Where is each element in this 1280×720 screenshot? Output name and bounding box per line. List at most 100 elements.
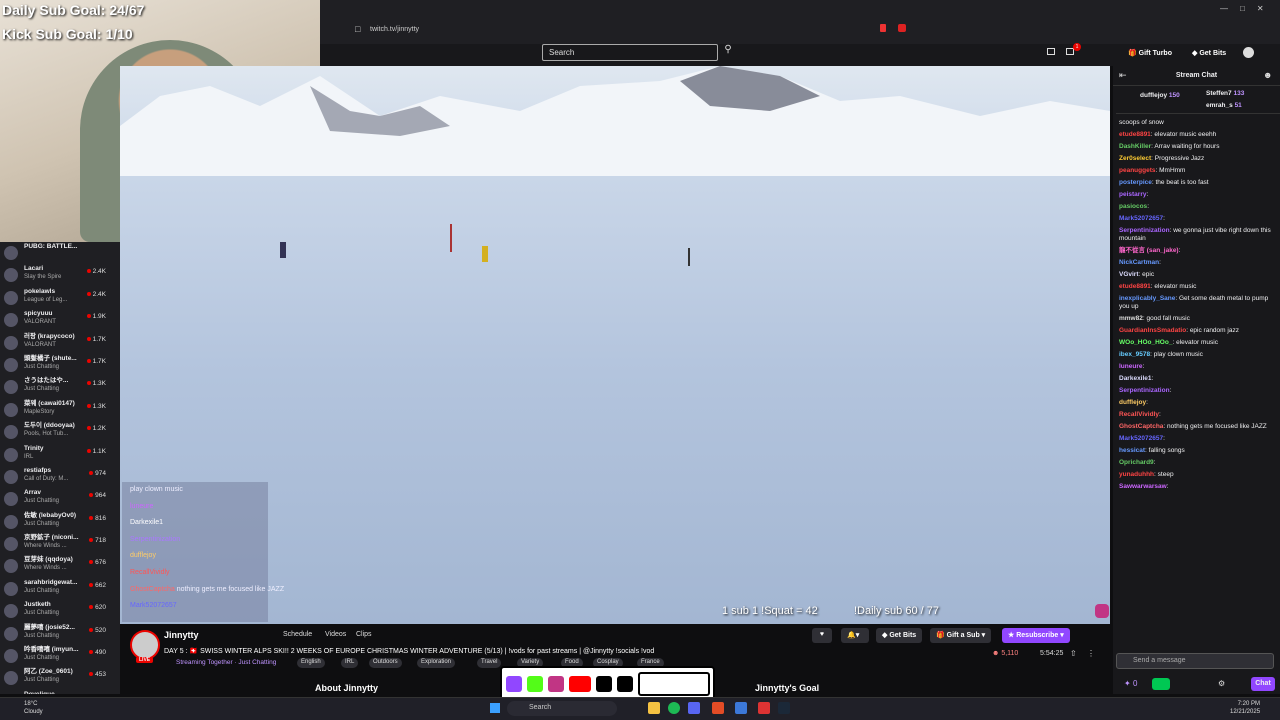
sidebar-channel[interactable]: 豆芽妹 (qqdoya) Where Winds ... 676: [0, 555, 120, 577]
chat-username[interactable]: mmw82: [1119, 315, 1143, 322]
steam-icon[interactable]: [778, 702, 790, 714]
chat-username[interactable]: dufflejoy: [1119, 399, 1146, 406]
users-icon[interactable]: ☻: [1263, 70, 1272, 80]
chat-username[interactable]: 龍不從言 (san_jake): [1119, 247, 1179, 254]
chat-username[interactable]: GuardianInsSmadatio: [1119, 327, 1186, 334]
discord-icon[interactable]: [688, 702, 700, 714]
taskbar-search[interactable]: Search: [507, 701, 617, 716]
chat-username[interactable]: Darkexile1: [1119, 375, 1152, 382]
app-icon[interactable]: [735, 702, 747, 714]
address-bar[interactable]: twitch.tv/jinnytty: [370, 22, 419, 38]
chat-username[interactable]: Serpentinization: [1119, 387, 1170, 394]
chat-send-button[interactable]: Chat: [1251, 677, 1275, 691]
settings-icon[interactable]: ⚙: [1218, 679, 1225, 688]
search-input[interactable]: Search: [542, 44, 718, 61]
gift-sub-button[interactable]: 🎁 Gift a Sub ▾: [930, 628, 992, 643]
channel-avatar[interactable]: [130, 630, 160, 660]
bookmark-icon[interactable]: □: [355, 24, 360, 34]
app-icon[interactable]: [758, 702, 770, 714]
sidebar-channel[interactable]: sarahbridgewat... Just Chatting 662: [0, 578, 120, 600]
sidebar-channel[interactable]: 麗夢嘻 (josie52... Just Chatting 520: [0, 623, 120, 645]
tab-schedule[interactable]: Schedule: [283, 631, 312, 638]
chat-username[interactable]: posterpice: [1119, 179, 1152, 186]
sidebar-channel[interactable]: Lacari Slay the Spire 2.4K: [0, 264, 120, 286]
stream-category[interactable]: Streaming Together · Just Chatting: [176, 659, 276, 666]
brave-icon[interactable]: [712, 702, 724, 714]
chat-username[interactable]: WOo_HOo_HOo_: [1119, 339, 1172, 346]
sidebar-channel[interactable]: 阿乙 (Zoe_0601) Just Chatting 453: [0, 667, 120, 689]
sidebar-channel[interactable]: Trinity IRL 1.1K: [0, 444, 120, 466]
chat-username[interactable]: yunaduhhh: [1119, 471, 1154, 478]
notification-bell-icon[interactable]: 🔔▾: [841, 628, 869, 643]
chat-username[interactable]: peistarry: [1119, 191, 1146, 198]
chat-input[interactable]: Send a message: [1116, 653, 1274, 669]
sidebar-channel[interactable]: 러팡 (krapycoco) VALORANT 1.7K: [0, 332, 120, 354]
gift-turbo-button[interactable]: 🎁 Gift Turbo: [1128, 49, 1172, 57]
resubscribe-button[interactable]: ★ Resubscribe ▾: [1002, 628, 1070, 643]
stream-tag[interactable]: Outdoors: [369, 658, 402, 668]
chat-username[interactable]: Oprichard9: [1119, 459, 1154, 466]
sidebar-channel[interactable]: 菜웨 (cawai0147) MapleStory 1.3K: [0, 399, 120, 421]
chat-username[interactable]: DashKiller: [1119, 143, 1151, 150]
chat-username[interactable]: pasiocos: [1119, 203, 1147, 210]
tab-clips[interactable]: Clips: [356, 631, 372, 638]
avatar[interactable]: [1243, 47, 1254, 58]
sidebar-channel[interactable]: 京野鉱子 (niconi... Where Winds ... 718: [0, 533, 120, 555]
sidebar-channel[interactable]: Arrav Just Chatting 964: [0, 488, 120, 510]
file-explorer-icon[interactable]: [648, 702, 660, 714]
taskbar-clock[interactable]: 7:20 PM 12/21/2025: [1230, 700, 1260, 716]
chat-username[interactable]: GhostCaptcha: [1119, 423, 1163, 430]
chat-username[interactable]: etude8891: [1119, 283, 1151, 290]
sidebar-channel[interactable]: 佐敏 (lebabyOv0) Just Chatting 816: [0, 511, 120, 533]
chat-username[interactable]: RecallVividly: [1119, 411, 1159, 418]
sidebar-channel[interactable]: 頭髮橘子 (shute... Just Chatting 1.7K: [0, 354, 120, 376]
chat-username[interactable]: hessicat: [1119, 447, 1145, 454]
weather-widget[interactable]: 18°C Cloudy: [24, 700, 43, 716]
sidebar-channel[interactable]: PUBG: BATTLE...: [0, 242, 120, 264]
stream-tag[interactable]: Exploration: [417, 658, 456, 668]
window-controls[interactable]: —□✕: [1220, 4, 1276, 13]
sidebar-channel[interactable]: spicyuuu VALORANT 1.9K: [0, 309, 120, 331]
chat-username[interactable]: Serpentinization: [1119, 227, 1170, 234]
share-icon[interactable]: ⇧: [1070, 649, 1077, 658]
chat-username[interactable]: ibex_9578: [1119, 351, 1150, 358]
start-icon[interactable]: [490, 703, 500, 713]
chat-username[interactable]: luneure: [1119, 363, 1142, 370]
leaderboard-entry[interactable]: emrah_s 51: [1206, 102, 1242, 109]
follow-heart-icon[interactable]: ♥: [812, 628, 832, 643]
stream-tag[interactable]: Travel: [477, 658, 502, 668]
channel-points-icon[interactable]: ✦ 0: [1124, 679, 1137, 688]
chat-username[interactable]: Mark52072657: [1119, 215, 1163, 222]
stream-tag[interactable]: IRL: [341, 658, 359, 668]
chat-username[interactable]: etude8891: [1119, 131, 1151, 138]
sidebar-channel[interactable]: Justketh Just Chatting 620: [0, 600, 120, 622]
channel-name[interactable]: Jinnytty: [164, 630, 199, 640]
leaderboard-entry[interactable]: Steffen7 133: [1206, 90, 1244, 97]
chat-username[interactable]: Mark52072657: [1119, 435, 1163, 442]
extension-icon[interactable]: [898, 24, 906, 32]
chat-username[interactable]: VGvirt: [1119, 271, 1139, 278]
leaderboard-entry[interactable]: dufflejoy 150: [1140, 92, 1180, 99]
get-bits-button[interactable]: ◆ Get Bits: [1192, 49, 1226, 57]
brave-shield-icon[interactable]: [880, 24, 886, 32]
sidebar-channel[interactable]: restiafps Call of Duty: M... 974: [0, 466, 120, 488]
sidebar-channel[interactable]: 도두이 (ddooyaa) Pools, Hot Tub... 1.2K: [0, 421, 120, 443]
sidebar-channel[interactable]: pokelawls League of Leg... 2.4K: [0, 287, 120, 309]
chat-username[interactable]: Sawwarwarsaw: [1119, 483, 1167, 490]
points-claim-button[interactable]: [1152, 678, 1170, 690]
sidebar-channel[interactable]: 吟香嘻嘻 (imyun... Just Chatting 490: [0, 645, 120, 667]
chat-username[interactable]: inexplicably_Sane: [1119, 295, 1175, 302]
inbox-icon[interactable]: [1047, 48, 1055, 55]
chat-username[interactable]: NickCartman: [1119, 259, 1159, 266]
more-options-icon[interactable]: ⋮: [1087, 649, 1095, 658]
chat-username[interactable]: peanuggets: [1119, 167, 1155, 174]
spotify-icon[interactable]: [668, 702, 680, 714]
get-bits-stream-button[interactable]: ◆ Get Bits: [876, 628, 923, 643]
tab-videos[interactable]: Videos: [325, 631, 346, 638]
chat-username[interactable]: Zer0select: [1119, 155, 1151, 162]
video-player[interactable]: [120, 66, 1110, 624]
sidebar-channel[interactable]: DeveliqueFever Meme447: [0, 690, 120, 694]
search-icon[interactable]: ⚲: [720, 44, 736, 61]
sidebar-channel[interactable]: さうはたはや... Just Chatting 1.3K: [0, 376, 120, 398]
stream-tag[interactable]: English: [297, 658, 325, 668]
